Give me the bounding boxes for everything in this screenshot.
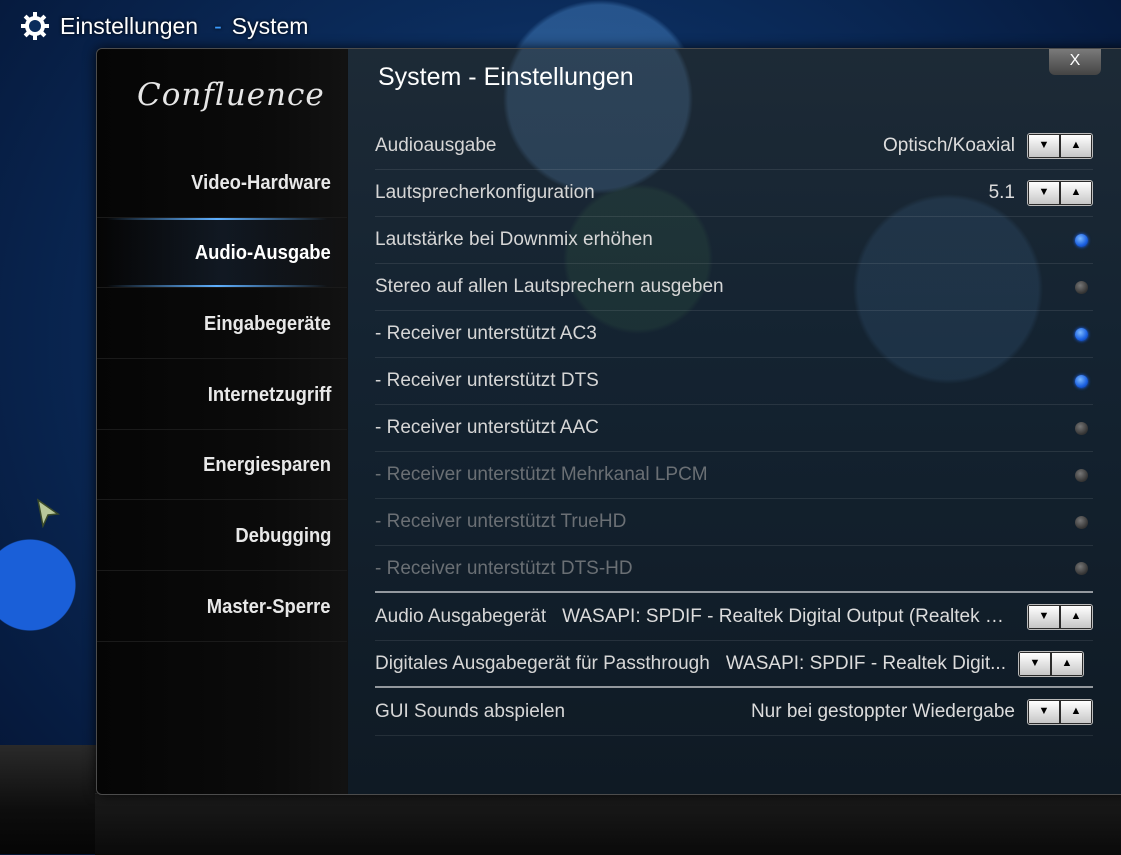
header-separator: - [214, 12, 222, 39]
sidebar-item-label: Video-Hardware [191, 172, 331, 194]
spin-control: ▼ ▲ [1027, 699, 1093, 725]
setting-label: - Receiver unterstützt Mehrkanal LPCM [375, 464, 708, 485]
confluence-logo: Confluence [137, 77, 325, 113]
radio-button-unchecked[interactable] [1075, 280, 1088, 294]
spin-down-button[interactable]: ▼ [1029, 182, 1059, 204]
setting-label: Digitales Ausgabegerät für Passthrough [375, 652, 710, 674]
setting-row-passthrough-device[interactable]: Digitales Ausgabegerät für Passthrough W… [375, 641, 1093, 688]
spin-control: ▼ ▲ [1027, 133, 1093, 159]
setting-value: 5.1 [988, 182, 1015, 203]
radio-button-checked[interactable] [1075, 233, 1088, 247]
page-title: System - Einstellungen [378, 63, 634, 91]
sidebar-item-eingabegeraete[interactable]: Eingabegeräte [97, 289, 347, 359]
setting-label: GUI Sounds abspielen [375, 701, 566, 722]
setting-row-audioausgabe[interactable]: Audioausgabe Optisch/Koaxial ▼ ▲ [375, 123, 1093, 170]
sidebar-item-master-sperre[interactable]: Master-Sperre [97, 572, 347, 642]
sidebar-item-debugging[interactable]: Debugging [97, 501, 347, 571]
setting-row-audio-device[interactable]: Audio Ausgabegerät WASAPI: SPDIF - Realt… [375, 594, 1093, 641]
spin-control: ▼ ▲ [1027, 604, 1093, 630]
setting-label: - Receiver unterstützt AAC [375, 417, 599, 438]
spin-up-button[interactable]: ▲ [1061, 182, 1091, 204]
radio-button-checked[interactable] [1075, 374, 1088, 388]
sidebar-item-audio-ausgabe[interactable]: Audio-Ausgabe [97, 218, 347, 288]
header-title: Einstellungen [60, 12, 199, 39]
setting-value: WASAPI: SPDIF - Realtek Digital Output (… [562, 606, 1015, 627]
setting-row-gui-sounds[interactable]: GUI Sounds abspielen Nur bei gestoppter … [375, 689, 1093, 736]
setting-label: Stereo auf allen Lautsprechern ausgeben [375, 276, 724, 297]
setting-label: - Receiver unterstützt DTS [375, 370, 599, 391]
sidebar-item-energiesparen[interactable]: Energiesparen [97, 430, 347, 500]
setting-row-stereo-upmix[interactable]: Stereo auf allen Lautsprechern ausgeben [375, 264, 1093, 311]
setting-row-lpcm: - Receiver unterstützt Mehrkanal LPCM [375, 452, 1093, 499]
spin-up-button[interactable]: ▲ [1061, 701, 1091, 723]
radio-button-checked[interactable] [1075, 327, 1088, 341]
setting-label: Lautsprecherkonfiguration [375, 182, 595, 203]
setting-label: Lautstärke bei Downmix erhöhen [375, 229, 653, 250]
setting-row-dtshd: - Receiver unterstützt DTS-HD [375, 546, 1093, 593]
spin-down-button[interactable]: ▼ [1029, 701, 1059, 723]
setting-row-truehd: - Receiver unterstützt TrueHD [375, 499, 1093, 546]
sidebar-item-video-hardware[interactable]: Video-Hardware [97, 148, 347, 218]
radio-button-disabled [1075, 562, 1088, 575]
spin-down-button[interactable]: ▼ [1029, 135, 1059, 157]
sidebar-item-label: Energiesparen [203, 454, 331, 476]
spin-down-button[interactable]: ▼ [1029, 606, 1059, 628]
radio-button-unchecked[interactable] [1075, 421, 1088, 435]
gear-icon [20, 11, 50, 41]
sidebar: Confluence Video-Hardware Audio-Ausgabe … [97, 49, 347, 794]
sidebar-item-label: Internetzugriff [207, 384, 331, 406]
setting-row-downmix[interactable]: Lautstärke bei Downmix erhöhen [375, 217, 1093, 264]
settings-content: System - Einstellungen X Audioausgabe Op… [348, 49, 1121, 794]
setting-value: WASAPI: SPDIF - Realtek Digit... [725, 652, 1006, 674]
sidebar-item-label: Audio-Ausgabe [195, 242, 331, 264]
settings-window: Confluence Video-Hardware Audio-Ausgabe … [96, 48, 1121, 795]
header-subtitle: System [231, 12, 309, 39]
setting-row-dts[interactable]: - Receiver unterstützt DTS [375, 358, 1093, 405]
sidebar-item-label: Eingabegeräte [204, 313, 331, 335]
bottom-band-inner [95, 793, 1121, 855]
setting-label: - Receiver unterstützt TrueHD [375, 511, 627, 532]
sidebar-item-internetzugriff[interactable]: Internetzugriff [97, 360, 347, 430]
setting-value: Optisch/Koaxial [882, 135, 1015, 156]
setting-label: Audioausgabe [375, 135, 497, 156]
spin-control: ▼ ▲ [1017, 650, 1084, 677]
sidebar-item-label: Debugging [234, 525, 331, 547]
app-header: Einstellungen - System [20, 10, 308, 42]
close-button[interactable]: X [1049, 49, 1101, 75]
radio-button-disabled [1075, 515, 1088, 529]
spin-up-button[interactable]: ▲ [1051, 652, 1082, 675]
setting-label: - Receiver unterstützt AC3 [375, 323, 597, 344]
spin-control: ▼ ▲ [1027, 180, 1093, 206]
sidebar-item-label: Master-Sperre [207, 596, 331, 618]
setting-label: - Receiver unterstützt DTS-HD [375, 557, 633, 579]
spin-down-button[interactable]: ▼ [1019, 652, 1050, 675]
setting-row-aac[interactable]: - Receiver unterstützt AAC [375, 405, 1093, 452]
setting-row-lautsprecherkonfiguration[interactable]: Lautsprecherkonfiguration 5.1 ▼ ▲ [375, 170, 1093, 217]
spin-up-button[interactable]: ▲ [1061, 135, 1091, 157]
spin-up-button[interactable]: ▲ [1061, 606, 1091, 628]
radio-button-disabled [1075, 468, 1088, 482]
setting-label: Audio Ausgabegerät [375, 606, 547, 627]
setting-row-ac3[interactable]: - Receiver unterstützt AC3 [375, 311, 1093, 358]
mouse-cursor-icon [36, 498, 61, 529]
setting-value: Nur bei gestoppter Wiedergabe [750, 701, 1015, 722]
